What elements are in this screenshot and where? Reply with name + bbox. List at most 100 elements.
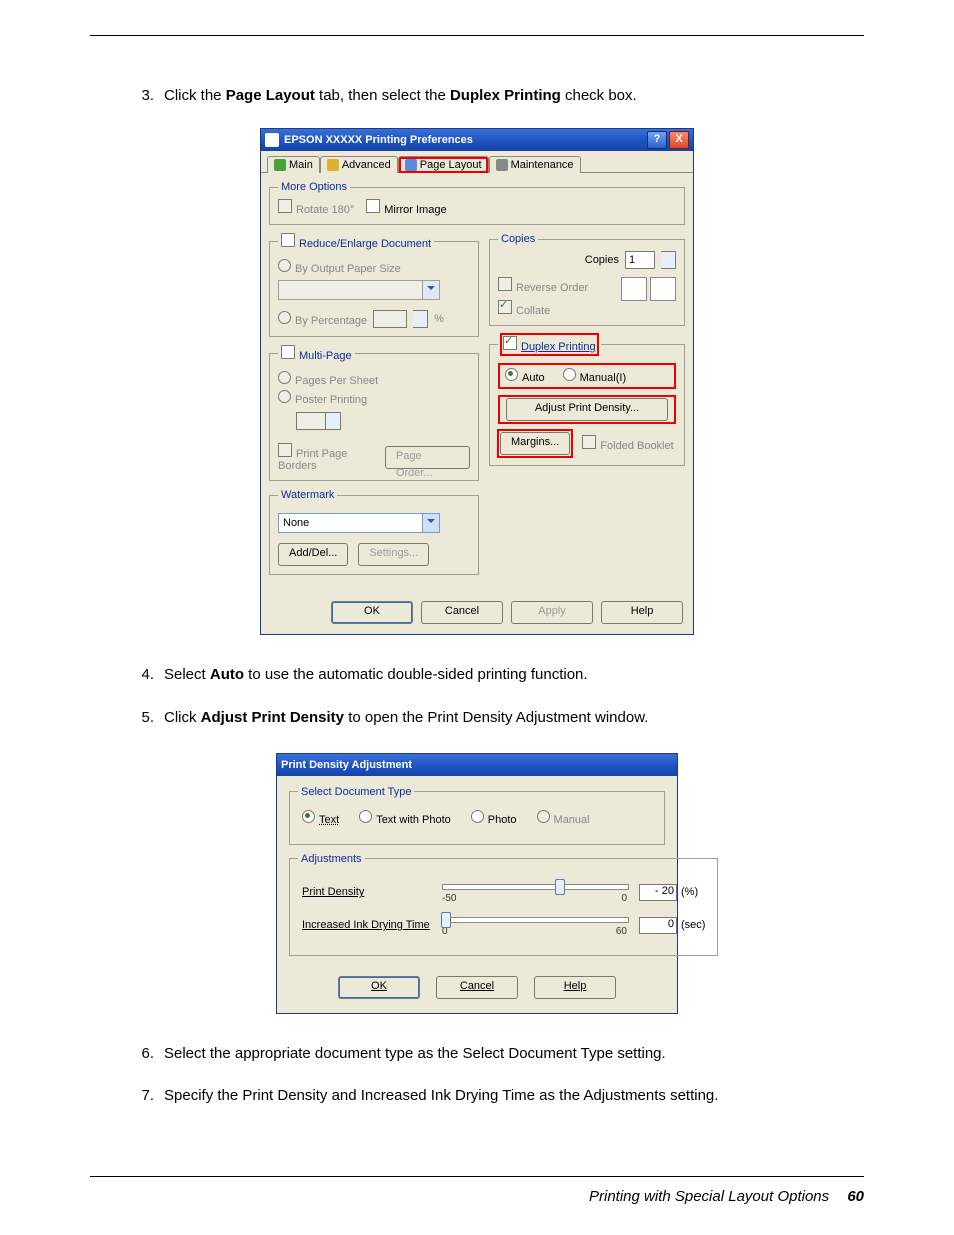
drying-slider[interactable] <box>442 917 629 923</box>
cancel-button[interactable]: Cancel <box>421 601 503 624</box>
checkbox-icon <box>281 345 295 359</box>
ok-button[interactable]: OK <box>338 976 420 999</box>
checkbox-icon <box>278 443 292 457</box>
scale-max: 60 <box>616 926 627 937</box>
tab-page-layout[interactable]: Page Layout <box>398 156 489 173</box>
text: check box. <box>561 87 637 104</box>
by-percent-radio[interactable]: By Percentage <box>278 311 367 327</box>
density-value[interactable]: - 20 <box>639 884 677 901</box>
legend-checkbox[interactable]: Duplex Printing <box>498 334 601 355</box>
unit: % <box>434 313 444 325</box>
poster-radio[interactable]: Poster Printing <box>278 390 470 406</box>
radio-icon <box>505 368 518 381</box>
label: Reduce/Enlarge Document <box>299 238 431 250</box>
mirror-checkbox[interactable]: Mirror Image <box>366 199 446 216</box>
window-title: EPSON XXXXX Printing Preferences <box>284 134 645 146</box>
ok-button[interactable]: OK <box>331 601 413 624</box>
label: Manual(I) <box>580 372 626 384</box>
tab-label: Main <box>289 159 313 171</box>
titlebar[interactable]: Print Density Adjustment <box>277 754 677 776</box>
step-number: 5. <box>130 708 164 728</box>
tab-main[interactable]: Main <box>267 156 320 173</box>
label: Auto <box>522 372 545 384</box>
drying-value[interactable]: 0 <box>639 917 677 934</box>
tab-maintenance[interactable]: Maintenance <box>489 156 581 173</box>
apply-button[interactable]: Apply <box>511 601 593 624</box>
radio-icon <box>302 810 315 823</box>
page-order-button[interactable]: Page Order... <box>385 446 470 469</box>
help-button[interactable]: Help <box>601 601 683 624</box>
label: Reverse Order <box>516 282 588 294</box>
scale-min: -50 <box>442 893 456 904</box>
unit: (%) <box>681 886 698 898</box>
titlebar[interactable]: EPSON XXXXX Printing Preferences ? X <box>261 129 693 151</box>
percent-input[interactable] <box>373 310 407 328</box>
add-del-button[interactable]: Add/Del... <box>278 543 348 566</box>
adjust-density-button[interactable]: Adjust Print Density... <box>506 398 668 421</box>
spinner-icon[interactable] <box>413 310 428 328</box>
text: Select <box>164 666 210 683</box>
drying-label: Increased Ink Drying Time <box>302 919 442 931</box>
type-manual-radio[interactable]: Manual <box>537 810 590 826</box>
rotate-checkbox[interactable]: Rotate 180° <box>278 199 354 216</box>
screenshot-print-density: Print Density Adjustment Select Document… <box>90 753 864 1014</box>
radio-icon <box>537 810 550 823</box>
step-number: 3. <box>130 86 164 106</box>
group-duplex: Duplex Printing Auto Manual(I) Adjust Pr… <box>489 334 685 466</box>
group-select-document-type: Select Document Type Text Text with Phot… <box>289 786 665 845</box>
reverse-checkbox[interactable]: Reverse Order <box>498 277 588 294</box>
scale-max: 0 <box>621 893 627 904</box>
step-6: 6. Select the appropriate document type … <box>90 1044 864 1064</box>
label: Folded Booklet <box>600 440 673 452</box>
watermark-combo[interactable]: None <box>278 513 440 533</box>
collate-illustration <box>618 277 676 304</box>
radio-icon <box>278 390 291 403</box>
copies-input[interactable]: 1 <box>625 251 655 269</box>
label: Rotate 180° <box>296 204 354 216</box>
tab-label: Advanced <box>342 159 391 171</box>
collate-checkbox[interactable]: Collate <box>498 300 588 317</box>
close-button[interactable]: X <box>669 131 689 149</box>
chevron-down-icon <box>422 514 439 532</box>
help-button[interactable]: Help <box>534 976 616 999</box>
manual-radio[interactable]: Manual(I) <box>563 368 626 384</box>
page-footer: Printing with Special Layout Options 60 <box>589 1188 864 1205</box>
checkbox-icon <box>503 336 517 350</box>
pages-per-sheet-radio[interactable]: Pages Per Sheet <box>278 371 470 387</box>
type-text-photo-radio[interactable]: Text with Photo <box>359 810 451 826</box>
type-photo-radio[interactable]: Photo <box>471 810 517 826</box>
spinner-icon[interactable] <box>661 251 676 269</box>
cancel-button[interactable]: Cancel <box>436 976 518 999</box>
label: Text <box>319 814 339 826</box>
poster-input[interactable] <box>296 412 326 430</box>
margins-button[interactable]: Margins... <box>500 432 570 455</box>
text: to use the automatic double-sided printi… <box>244 666 588 683</box>
tab-advanced[interactable]: Advanced <box>320 156 398 173</box>
help-button[interactable]: ? <box>647 131 667 149</box>
group-more-options: More Options Rotate 180° Mirror Image <box>269 181 685 225</box>
checkbox-icon <box>366 199 380 213</box>
paper-size-combo[interactable] <box>278 280 440 300</box>
window-title: Print Density Adjustment <box>281 759 673 771</box>
density-row: Print Density -50 0 - 20 (%) <box>302 881 705 904</box>
legend-checkbox[interactable]: Multi-Page <box>278 345 355 362</box>
spinner-icon[interactable] <box>326 412 341 430</box>
density-slider[interactable] <box>442 884 629 890</box>
tab-icon <box>274 159 286 171</box>
legend-checkbox[interactable]: Reduce/Enlarge Document <box>278 233 434 250</box>
tab-label: Page Layout <box>420 159 482 171</box>
section-title: Printing with Special Layout Options <box>589 1188 829 1205</box>
tab-icon <box>405 159 417 171</box>
borders-checkbox[interactable]: Print Page Borders <box>278 443 385 472</box>
by-output-radio[interactable]: By Output Paper Size <box>278 259 470 275</box>
auto-radio[interactable]: Auto <box>505 368 545 384</box>
radio-icon <box>278 371 291 384</box>
text: Click the <box>164 87 226 104</box>
booklet-checkbox[interactable]: Folded Booklet <box>582 435 673 452</box>
label: By Percentage <box>295 315 367 327</box>
type-text-radio[interactable]: Text <box>302 810 339 826</box>
step-text: Click Adjust Print Density to open the P… <box>164 708 864 728</box>
step-text: Select the appropriate document type as … <box>164 1044 864 1064</box>
wm-settings-button[interactable]: Settings... <box>358 543 429 566</box>
step-7: 7. Specify the Print Density and Increas… <box>90 1086 864 1106</box>
